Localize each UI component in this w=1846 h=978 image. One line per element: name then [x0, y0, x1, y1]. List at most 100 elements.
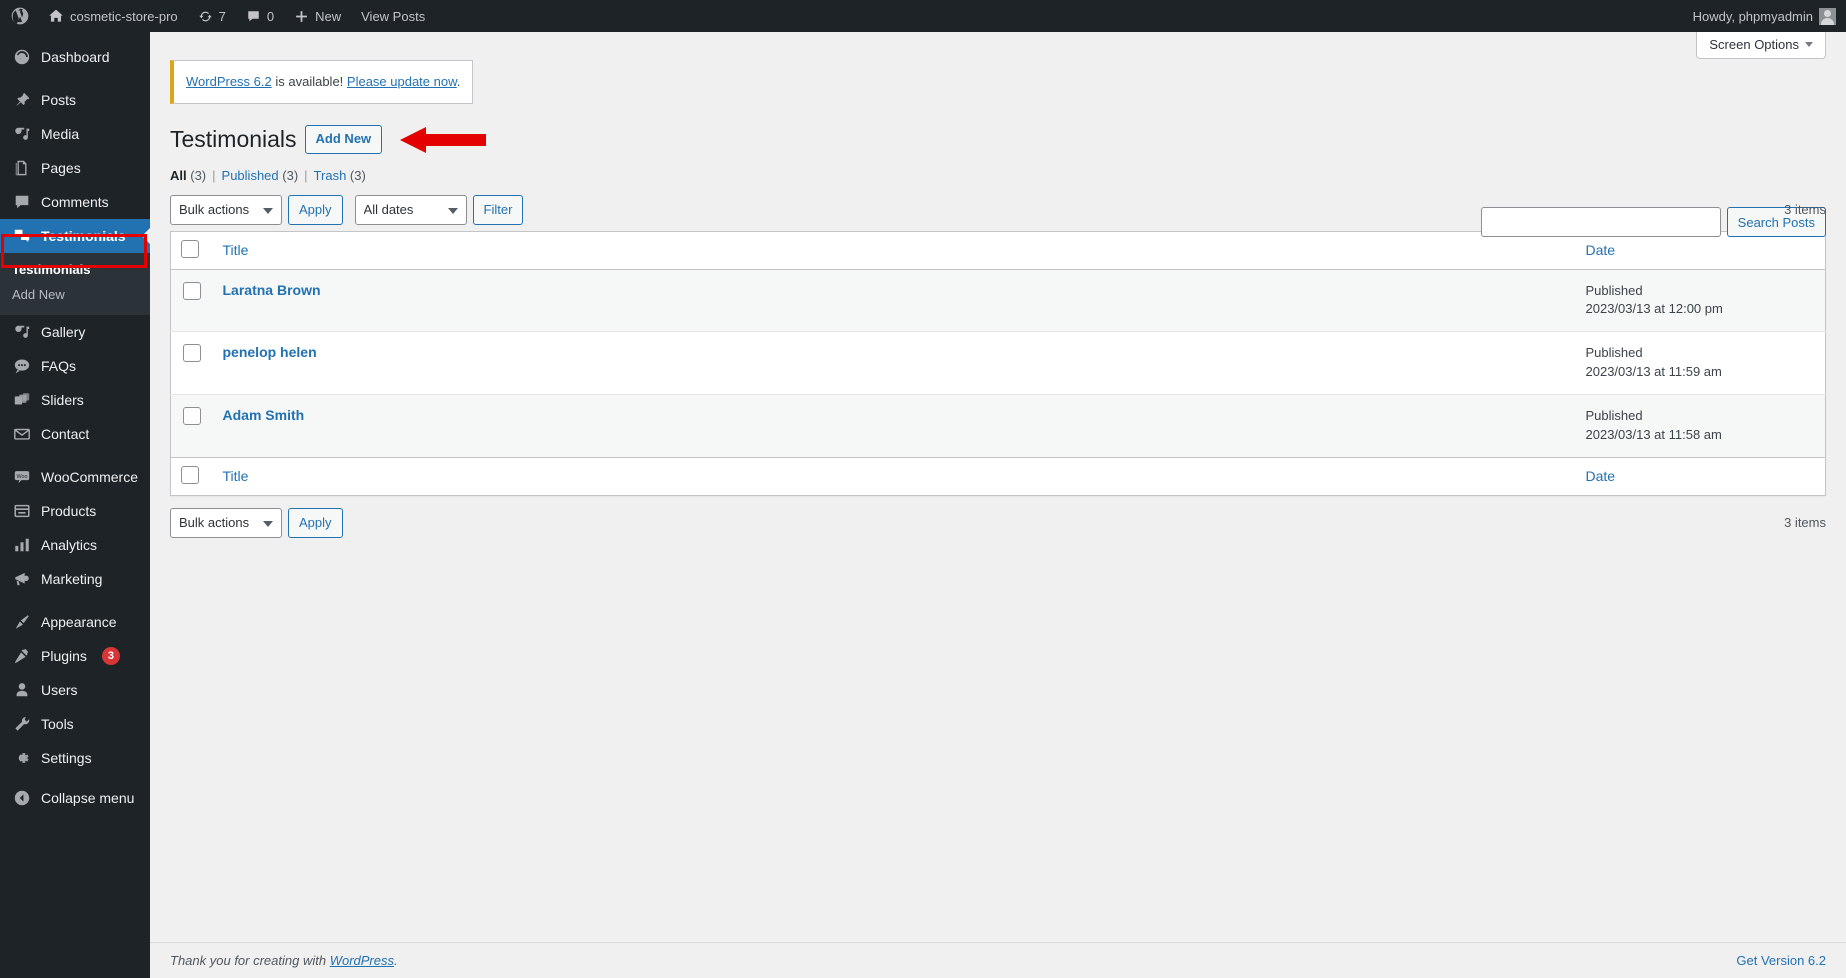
row-checkbox[interactable]: [183, 344, 201, 363]
sidebar-item-marketing[interactable]: Marketing: [0, 562, 150, 596]
filter-trash-link[interactable]: Trash: [314, 168, 347, 183]
comments-count: 0: [266, 8, 275, 24]
new-content-menu-item[interactable]: New: [284, 0, 351, 32]
chevron-down-icon: [1805, 42, 1813, 47]
row-title-link[interactable]: Laratna Brown: [223, 282, 321, 298]
gallery-icon: [12, 322, 32, 342]
bulk-actions-select-top[interactable]: Bulk actions: [170, 194, 282, 225]
column-footer-date[interactable]: Date: [1575, 456, 1826, 496]
testimonials-submenu: Testimonials Add New: [0, 253, 150, 315]
row-date-cell: Published 2023/03/13 at 12:00 pm: [1576, 269, 1826, 332]
dashboard-icon: [12, 47, 32, 67]
comments-icon: [12, 192, 32, 212]
date-filter-select[interactable]: All dates: [354, 194, 467, 225]
sidebar-item-faqs[interactable]: FAQs: [0, 349, 150, 383]
collapse-menu-button[interactable]: Collapse menu: [0, 781, 150, 815]
pages-icon: [12, 158, 32, 178]
sidebar-item-label: Marketing: [41, 571, 103, 587]
row-checkbox[interactable]: [183, 406, 201, 425]
sidebar-item-appearance[interactable]: Appearance: [0, 605, 150, 639]
sidebar-item-label: Tools: [41, 716, 74, 732]
woocommerce-icon: Woo: [12, 467, 32, 487]
add-new-button[interactable]: Add New: [304, 124, 383, 155]
sidebar-item-posts[interactable]: Posts: [0, 83, 150, 117]
row-checkbox-cell: [171, 394, 213, 457]
column-footer-title[interactable]: Title: [212, 456, 1576, 496]
settings-icon: [12, 748, 32, 768]
select-all-checkbox-bottom[interactable]: [181, 465, 199, 484]
submenu-item-add-new[interactable]: Add New: [0, 282, 150, 307]
row-title-link[interactable]: penelop helen: [223, 344, 317, 360]
screen-options-button[interactable]: Screen Options: [1696, 32, 1826, 59]
filter-published: Published (3): [222, 168, 299, 183]
sidebar-item-plugins[interactable]: Plugins 3: [0, 639, 150, 673]
row-checkbox-cell: [171, 269, 213, 332]
sidebar-item-tools[interactable]: Tools: [0, 707, 150, 741]
sidebar-item-settings[interactable]: Settings: [0, 741, 150, 775]
row-title-cell: Laratna Brown: [213, 269, 1576, 332]
svg-text:Woo: Woo: [17, 474, 28, 480]
sidebar-item-analytics[interactable]: Analytics: [0, 528, 150, 562]
bulk-actions-select-wrap-bottom: Bulk actions: [170, 507, 282, 538]
comments-menu-item[interactable]: 0: [236, 0, 284, 32]
row-date-cell: Published 2023/03/13 at 11:59 am: [1576, 332, 1826, 395]
sidebar-item-dashboard[interactable]: Dashboard: [0, 40, 150, 74]
sidebar-item-label: Sliders: [41, 392, 84, 408]
sidebar-item-pages[interactable]: Pages: [0, 151, 150, 185]
sidebar-item-label: Users: [41, 682, 78, 698]
screen-meta-links: Screen Options: [1696, 32, 1826, 59]
update-notice: WordPress 6.2 is available! Please updat…: [170, 60, 474, 104]
sidebar-item-products[interactable]: Products: [0, 494, 150, 528]
filter-all-link[interactable]: All: [170, 168, 187, 183]
filter-all-count: (3): [190, 167, 207, 183]
tablenav-top: Bulk actions Apply All dates Filter 3 it…: [170, 194, 1826, 225]
filter-separator: |: [212, 167, 216, 183]
sidebar-item-gallery[interactable]: Gallery: [0, 315, 150, 349]
sidebar-item-label: Gallery: [41, 324, 86, 340]
sidebar-item-label: Appearance: [41, 614, 117, 630]
filter-published-link[interactable]: Published: [222, 168, 279, 183]
column-header-title[interactable]: Title: [212, 231, 1576, 270]
submenu-item-testimonials[interactable]: Testimonials: [0, 257, 150, 282]
bulk-actions-select-bottom[interactable]: Bulk actions: [170, 507, 282, 538]
sidebar-item-sliders[interactable]: Sliders: [0, 383, 150, 417]
sidebar-item-woocommerce[interactable]: Woo WooCommerce: [0, 460, 150, 494]
table-row: penelop helen Published 2023/03/13 at 11…: [170, 331, 1826, 395]
get-version-link[interactable]: Get Version 6.2: [1736, 953, 1826, 968]
sidebar-item-label: WooCommerce: [41, 469, 138, 485]
sidebar-item-media[interactable]: Media: [0, 117, 150, 151]
filter-button[interactable]: Filter: [472, 194, 524, 225]
howdy-label: Howdy, phpmyadmin: [1692, 8, 1813, 24]
page-title: Testimonials Add New: [170, 124, 1826, 156]
sidebar-item-label: FAQs: [41, 358, 77, 374]
updates-count: 7: [218, 8, 226, 24]
notice-text-middle: is available!: [271, 74, 347, 89]
sidebar-item-users[interactable]: Users: [0, 673, 150, 707]
apply-button-top[interactable]: Apply: [288, 194, 343, 225]
row-checkbox-cell: [171, 332, 213, 395]
view-posts-menu-item[interactable]: View Posts: [351, 0, 435, 32]
wp-logo-menu-item[interactable]: [0, 0, 38, 32]
site-name-menu-item[interactable]: cosmetic-store-pro: [38, 0, 188, 32]
row-status: Published: [1585, 345, 1643, 361]
filter-trash-count: (3): [349, 167, 366, 183]
sidebar-item-testimonials[interactable]: Testimonials: [0, 219, 150, 253]
footer-wordpress-link[interactable]: WordPress: [330, 953, 394, 968]
tablenav-bottom-actions: Bulk actions Apply: [170, 507, 343, 538]
select-all-checkbox-top[interactable]: [181, 239, 199, 258]
row-title-link[interactable]: Adam Smith: [223, 407, 305, 423]
please-update-now-link[interactable]: Please update now: [347, 74, 457, 89]
updates-icon: [198, 9, 213, 24]
sidebar-item-contact[interactable]: Contact: [0, 417, 150, 451]
row-checkbox[interactable]: [183, 281, 201, 300]
row-status: Published: [1585, 282, 1643, 298]
home-icon: [48, 8, 64, 24]
updates-menu-item[interactable]: 7: [188, 0, 236, 32]
sidebar-item-comments[interactable]: Comments: [0, 185, 150, 219]
sidebar-item-label: Plugins: [41, 648, 87, 664]
apply-button-bottom[interactable]: Apply: [288, 507, 343, 538]
my-account-menu-item[interactable]: Howdy, phpmyadmin: [1683, 0, 1846, 32]
collapse-arrow-icon: [12, 788, 32, 808]
admin-bar: cosmetic-store-pro 7 0 New View Posts Ho…: [0, 0, 1846, 32]
wordpress-version-link[interactable]: WordPress 6.2: [186, 74, 272, 89]
